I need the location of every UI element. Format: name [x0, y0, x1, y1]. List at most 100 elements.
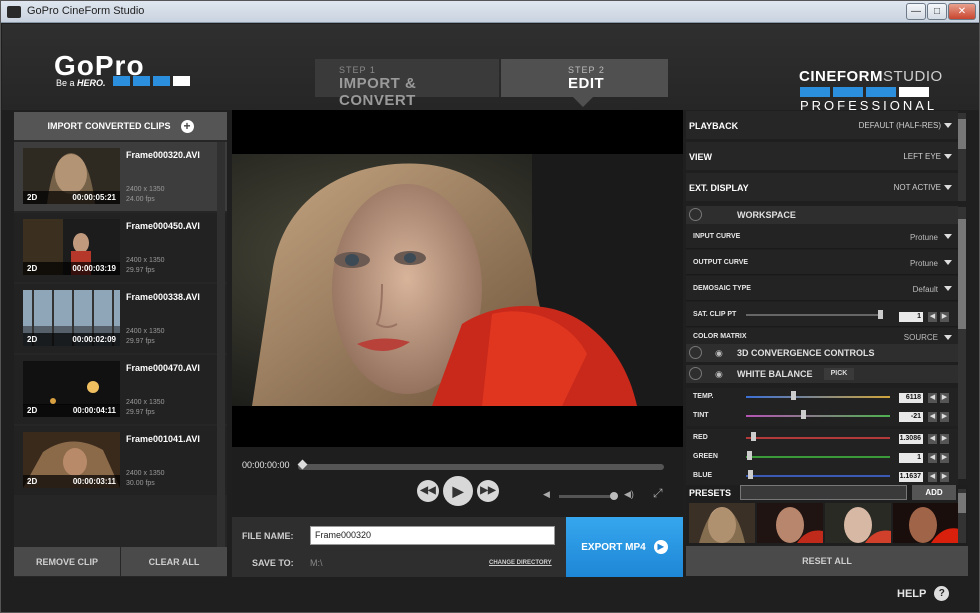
- eye-icon[interactable]: ◉: [715, 348, 723, 359]
- clear-all-button[interactable]: CLEAR ALL: [121, 547, 227, 576]
- decrement-button[interactable]: ◀: [928, 434, 937, 444]
- fullscreen-icon[interactable]: ⤢: [653, 486, 663, 501]
- increment-button[interactable]: ▶: [940, 393, 949, 403]
- import-converted-clips-button[interactable]: IMPORT CONVERTED CLIPS +: [14, 112, 227, 140]
- blue-slider[interactable]: [746, 475, 890, 477]
- playback-row[interactable]: PLAYBACK DEFAULT (HALF-RES): [686, 111, 958, 139]
- chevron-down-icon: [944, 234, 952, 239]
- expand-icon: [689, 346, 702, 359]
- app-icon: [7, 6, 21, 18]
- volume-slider[interactable]: [559, 495, 613, 498]
- output-curve-row[interactable]: OUTPUT CURVE Protune: [686, 250, 958, 275]
- preset-thumbnail[interactable]: [825, 503, 891, 543]
- tint-value[interactable]: -21: [899, 412, 923, 422]
- maximize-button[interactable]: □: [927, 3, 947, 20]
- green-value[interactable]: 1: [899, 453, 923, 463]
- clip-list-item[interactable]: 2D 00:00:02:09 Frame000338.AVI 2400 x 1350 2…: [14, 284, 227, 353]
- clip-meta: 2400 x 1350 24.00 fps: [126, 185, 165, 205]
- increment-button[interactable]: ▶: [940, 472, 949, 482]
- temp-value[interactable]: 6118: [899, 393, 923, 403]
- blue-handle[interactable]: [748, 470, 753, 479]
- play-button[interactable]: ▶: [443, 476, 473, 506]
- input-curve-row[interactable]: INPUT CURVE Protune: [686, 224, 958, 249]
- increment-button[interactable]: ▶: [940, 453, 949, 463]
- view-row[interactable]: VIEW LEFT EYE: [686, 142, 958, 170]
- remove-clip-button[interactable]: REMOVE CLIP: [14, 547, 120, 576]
- volume-handle[interactable]: [610, 492, 618, 500]
- add-preset-button[interactable]: ADD: [912, 485, 956, 500]
- blue-value[interactable]: 1.1637: [899, 472, 923, 482]
- decrement-button[interactable]: ◀: [928, 312, 937, 322]
- settings-scrollbar[interactable]: [958, 207, 966, 479]
- decrement-button[interactable]: ◀: [928, 412, 937, 422]
- increment-button[interactable]: ▶: [940, 412, 949, 422]
- red-value[interactable]: 1.3086: [899, 434, 923, 444]
- clip-duration: 00:00:05:21: [72, 193, 116, 202]
- clip-list-item[interactable]: 2D 00:00:03:11 Frame001041.AVI 2400 x 1350 3…: [14, 426, 227, 495]
- eye-icon[interactable]: ◉: [715, 369, 723, 380]
- clip-list-item[interactable]: 2D 00:00:03:19 Frame000450.AVI 2400 x 1350 2…: [14, 213, 227, 282]
- green-handle[interactable]: [747, 451, 752, 460]
- fast-forward-button[interactable]: ▶▶: [477, 480, 499, 502]
- help-button[interactable]: HELP ?: [897, 586, 950, 601]
- white-balance-section[interactable]: ◉ WHITE BALANCE PICK: [686, 365, 958, 383]
- ext-display-row[interactable]: EXT. DISPLAY NOT ACTIVE: [686, 173, 958, 201]
- demosaic-value: Default: [912, 285, 938, 294]
- clip-mode: 2D: [27, 193, 38, 202]
- tint-slider[interactable]: [746, 415, 890, 417]
- reset-all-button[interactable]: RESET ALL: [686, 546, 968, 576]
- gopro-color-blocks: [113, 76, 190, 86]
- increment-button[interactable]: ▶: [940, 312, 949, 322]
- settings-panel: PLAYBACK DEFAULT (HALF-RES) VIEW LEFT EY…: [686, 110, 968, 546]
- tagline: Be a HERO.: [56, 78, 106, 88]
- file-name-input[interactable]: Frame000320: [310, 526, 555, 545]
- workspace-section[interactable]: WORKSPACE: [686, 206, 958, 224]
- decrement-button[interactable]: ◀: [928, 472, 937, 482]
- tab-edit[interactable]: STEP 2 EDIT: [501, 59, 668, 97]
- rewind-button[interactable]: ◀◀: [417, 480, 439, 502]
- change-directory-link[interactable]: CHANGE DIRECTORY: [489, 560, 552, 566]
- preset-thumbnail[interactable]: [893, 503, 959, 543]
- sat-clip-slider[interactable]: [746, 314, 880, 316]
- sat-clip-value[interactable]: 1: [899, 312, 923, 322]
- convergence-section[interactable]: ◉ 3D CONVERGENCE CONTROLS: [686, 344, 958, 362]
- clip-thumbnail: 2D 00:00:02:09: [23, 290, 120, 346]
- green-slider[interactable]: [746, 456, 890, 458]
- clip-list-item[interactable]: 2D 00:00:04:11 Frame000470.AVI 2400 x 1350 2…: [14, 355, 227, 424]
- view-value: LEFT EYE: [903, 152, 941, 161]
- preset-thumbnail[interactable]: [757, 503, 823, 543]
- temp-slider[interactable]: [746, 396, 890, 398]
- temp-handle[interactable]: [791, 391, 796, 400]
- preset-name-input[interactable]: [740, 485, 907, 500]
- clip-mode: 2D: [27, 335, 38, 344]
- clip-name: Frame001041.AVI: [126, 434, 200, 444]
- app-header: GoPro Be a HERO. STEP 1 IMPORT & CONVERT…: [2, 24, 979, 113]
- minimize-button[interactable]: —: [906, 3, 926, 20]
- presets-scrollbar[interactable]: [958, 489, 966, 543]
- clip-thumbnail-caption: 2D 00:00:05:21: [23, 191, 120, 204]
- ext-display-label: EXT. DISPLAY: [689, 183, 749, 193]
- increment-button[interactable]: ▶: [940, 434, 949, 444]
- settings-top-scrollbar[interactable]: [958, 113, 966, 201]
- clip-list-scrollbar[interactable]: [217, 142, 225, 572]
- rewind-icon: ◀◀: [420, 485, 436, 496]
- red-slider[interactable]: [746, 437, 890, 439]
- demosaic-row[interactable]: DEMOSAIC TYPE Default: [686, 276, 958, 301]
- clip-list-item[interactable]: 2D 00:00:05:21 Frame000320.AVI 2400 x 1350 2…: [14, 142, 227, 211]
- export-mp4-button[interactable]: EXPORT MP4 ▶: [566, 517, 683, 577]
- red-handle[interactable]: [751, 432, 756, 441]
- tint-row: TINT -21 ◀ ▶: [686, 407, 958, 426]
- green-label: GREEN: [693, 453, 718, 460]
- tint-handle[interactable]: [801, 410, 806, 419]
- decrement-button[interactable]: ◀: [928, 393, 937, 403]
- video-preview[interactable]: [232, 154, 683, 406]
- clip-thumbnail: 2D 00:00:05:21: [23, 148, 120, 204]
- timeline-scrubber[interactable]: [298, 464, 664, 470]
- clip-resolution: 2400 x 1350: [126, 328, 165, 335]
- decrement-button[interactable]: ◀: [928, 453, 937, 463]
- close-button[interactable]: ✕: [948, 3, 976, 20]
- pick-button[interactable]: PICK: [824, 368, 854, 380]
- tab-import-convert[interactable]: STEP 1 IMPORT & CONVERT: [315, 59, 499, 109]
- preset-thumbnail[interactable]: [689, 503, 755, 543]
- sat-clip-handle[interactable]: [878, 310, 883, 319]
